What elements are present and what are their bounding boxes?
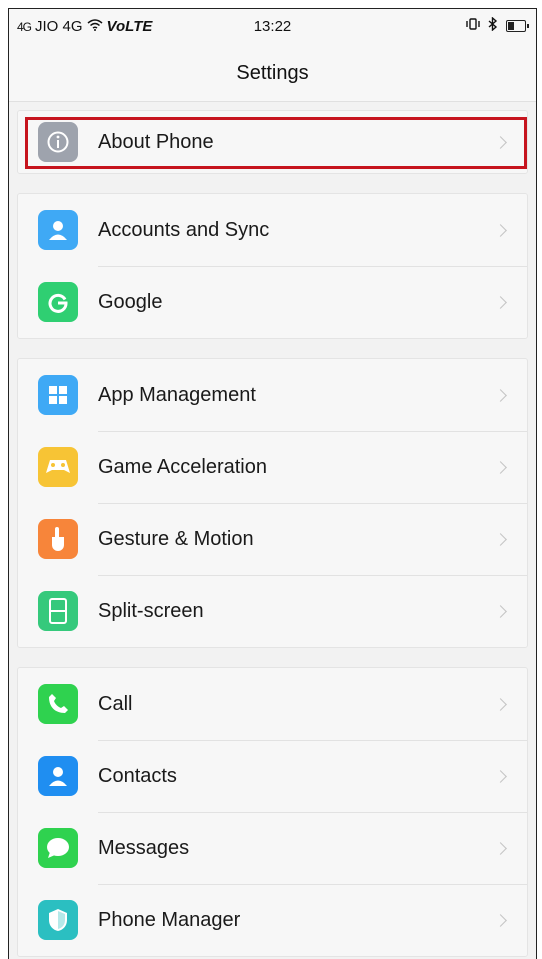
settings-item-google[interactable]: Google xyxy=(18,266,527,338)
status-time: 13:22 xyxy=(253,18,292,35)
settings-item-accounts-and-sync[interactable]: Accounts and Sync xyxy=(18,194,527,266)
settings-item-label: Split-screen xyxy=(98,599,204,622)
apps-grid-icon xyxy=(38,375,78,415)
info-icon xyxy=(38,122,78,162)
chevron-right-icon xyxy=(494,388,507,402)
settings-list: About Phone Accounts and Sync Google App Ma… xyxy=(9,102,536,957)
settings-item-label: Accounts and Sync xyxy=(98,218,270,241)
settings-item-gesture-and-motion[interactable]: Gesture & Motion xyxy=(18,503,527,575)
chevron-right-icon xyxy=(494,604,507,618)
settings-item-about-phone[interactable]: About Phone xyxy=(18,111,527,173)
settings-group: Call Contacts Messages Phone Manager xyxy=(17,667,528,957)
phone-icon xyxy=(38,684,78,724)
settings-group: Accounts and Sync Google xyxy=(17,193,528,339)
bluetooth-icon xyxy=(488,16,498,35)
settings-item-messages[interactable]: Messages xyxy=(18,812,527,884)
settings-item-game-acceleration[interactable]: Game Acceleration xyxy=(18,431,527,503)
settings-item-label: Gesture & Motion xyxy=(98,527,254,550)
chevron-right-icon xyxy=(494,532,507,546)
settings-item-split-screen[interactable]: Split-screen xyxy=(18,575,527,647)
split-screen-icon xyxy=(38,591,78,631)
chevron-right-icon xyxy=(494,460,507,474)
gamepad-icon xyxy=(38,447,78,487)
hand-pointer-icon xyxy=(38,519,78,559)
battery-icon xyxy=(506,20,529,32)
chevron-right-icon xyxy=(494,295,507,309)
settings-item-label: App Management xyxy=(98,383,256,406)
shield-icon xyxy=(38,900,78,940)
settings-group: About Phone xyxy=(17,110,528,174)
settings-item-call[interactable]: Call xyxy=(18,668,527,740)
chevron-right-icon xyxy=(494,135,507,149)
google-g-icon xyxy=(38,282,78,322)
person-icon xyxy=(38,210,78,250)
settings-item-label: Game Acceleration xyxy=(98,455,267,478)
settings-group: App Management Game Acceleration Gesture &… xyxy=(17,358,528,648)
chevron-right-icon xyxy=(494,223,507,237)
chevron-right-icon xyxy=(494,841,507,855)
message-bubble-icon xyxy=(38,828,78,868)
settings-item-app-management[interactable]: App Management xyxy=(18,359,527,431)
page-title: Settings xyxy=(9,45,536,102)
settings-item-label: Contacts xyxy=(98,764,177,787)
chevron-right-icon xyxy=(494,697,507,711)
settings-item-label: Messages xyxy=(98,836,190,859)
settings-item-contacts[interactable]: Contacts xyxy=(18,740,527,812)
chevron-right-icon xyxy=(494,769,507,783)
contacts-icon xyxy=(38,756,78,796)
chevron-right-icon xyxy=(494,913,507,927)
status-bar: 4G JIO 4G VoLTE 13:22 xyxy=(9,9,536,45)
phone-screen: 4G JIO 4G VoLTE 13:22 Settings About Pho… xyxy=(8,8,537,959)
settings-item-label: About Phone xyxy=(98,130,214,153)
vibrate-icon xyxy=(466,17,480,35)
settings-item-phone-manager[interactable]: Phone Manager xyxy=(18,884,527,956)
settings-item-label: Call xyxy=(98,692,133,715)
settings-item-label: Google xyxy=(98,290,163,313)
settings-item-label: Phone Manager xyxy=(98,908,241,931)
